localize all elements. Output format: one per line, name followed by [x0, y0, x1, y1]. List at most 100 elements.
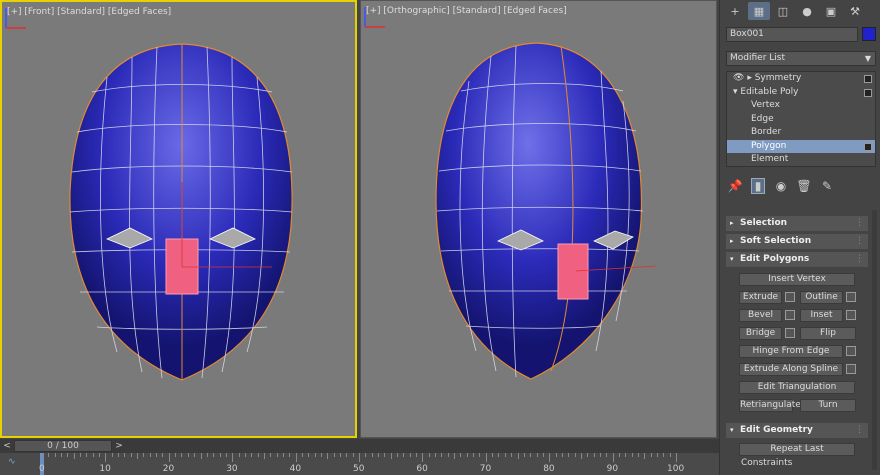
drag-handle-icon: ⋮: [855, 254, 864, 264]
ruler-tick: [504, 453, 506, 457]
insert-vertex-button[interactable]: Insert Vertex: [739, 273, 855, 286]
flip-button[interactable]: Flip: [800, 327, 856, 340]
stack-item-vertex[interactable]: Vertex: [727, 99, 875, 113]
extrude-along-spline-button[interactable]: Extrude Along Spline: [739, 363, 843, 376]
stack-item-polygon[interactable]: Polygon: [727, 139, 875, 153]
ruler-tick: [390, 453, 392, 459]
ruler-tick: [232, 453, 234, 462]
stack-item-edge[interactable]: Edge: [727, 113, 875, 127]
stack-item-element[interactable]: Element: [727, 153, 875, 167]
ruler-tick: [289, 453, 291, 457]
ruler-tick: [244, 453, 246, 457]
trash-icon[interactable]: 🗑: [796, 178, 811, 194]
hinge-settings-button[interactable]: [846, 346, 856, 356]
ruler-tick: [473, 453, 475, 457]
make-unique-icon[interactable]: ◉: [774, 178, 788, 194]
ruler-tick: [206, 453, 208, 457]
ruler-tick: [479, 453, 481, 457]
pin-stack-icon[interactable]: 📌: [728, 178, 743, 194]
ruler-tick: [606, 453, 608, 457]
ruler-tick-label: 40: [289, 464, 302, 474]
ruler-tick: [409, 453, 411, 457]
head-mesh-ortho[interactable]: [361, 1, 717, 438]
create-icon[interactable]: +: [724, 2, 746, 20]
rollout-edit-polygons[interactable]: ▾ Edit Polygons ⋮: [726, 252, 868, 267]
motion-icon[interactable]: ●: [796, 2, 818, 20]
bevel-settings-button[interactable]: [785, 310, 795, 320]
stack-item-symmetry[interactable]: 👁 ▸ Symmetry: [727, 72, 875, 86]
ruler-tick: [447, 453, 449, 457]
curve-editor-icon[interactable]: ∿: [8, 457, 16, 467]
edit-triangulation-button[interactable]: Edit Triangulation: [739, 381, 855, 394]
object-name-field[interactable]: Box001: [726, 27, 858, 42]
toggle-box[interactable]: [864, 88, 872, 97]
ruler-tick-label: 80: [543, 464, 555, 474]
ruler-tick: [301, 453, 303, 457]
outline-button[interactable]: Outline: [800, 291, 843, 304]
ruler-tick: [371, 453, 373, 457]
ruler-tick: [105, 453, 107, 462]
toggle-box[interactable]: [864, 142, 872, 151]
bevel-button[interactable]: Bevel: [739, 309, 782, 322]
ruler-tick: [542, 453, 544, 457]
hierarchy-icon[interactable]: ◫: [772, 2, 794, 20]
outline-settings-button[interactable]: [846, 292, 856, 302]
ruler-tick: [86, 453, 88, 457]
rollout-edit-geometry[interactable]: ▾ Edit Geometry ⋮: [726, 423, 868, 438]
repeat-last-button[interactable]: Repeat Last: [739, 443, 855, 456]
rollout-soft-selection[interactable]: ▸ Soft Selection ⋮: [726, 234, 868, 249]
object-color-swatch[interactable]: [862, 27, 876, 41]
extrude-button[interactable]: Extrude: [739, 291, 782, 304]
expand-arrow-icon[interactable]: ▸: [747, 73, 752, 83]
head-mesh-front[interactable]: [2, 2, 357, 438]
extrude-settings-button[interactable]: [785, 292, 795, 302]
ruler-tick: [574, 453, 576, 457]
ruler-tick-label: 0: [39, 464, 45, 474]
ruler-tick: [339, 453, 341, 457]
ruler-tick: [99, 453, 101, 457]
prev-frame-button[interactable]: <: [2, 440, 12, 452]
bridge-button[interactable]: Bridge: [739, 327, 782, 340]
front-viewport[interactable]: [+] [Front] [Standard] [Edged Faces]: [0, 0, 357, 438]
bridge-settings-button[interactable]: [785, 328, 795, 338]
modifier-list-dropdown[interactable]: Modifier List ▼: [726, 51, 876, 66]
ruler-tick: [530, 453, 532, 457]
display-icon[interactable]: ▣: [820, 2, 842, 20]
hinge-from-edge-button[interactable]: Hinge From Edge: [739, 345, 843, 358]
inset-settings-button[interactable]: [846, 310, 856, 320]
turn-button[interactable]: Turn: [800, 399, 856, 412]
rollout-title: Edit Geometry: [740, 425, 813, 435]
eye-icon[interactable]: 👁: [733, 73, 744, 83]
ruler-tick: [263, 453, 265, 459]
ruler-tick: [669, 453, 671, 457]
command-panel: + ▦ ◫ ● ▣ ⚒ Box001 Modifier List ▼ 👁 ▸ S…: [719, 0, 880, 475]
modify-icon[interactable]: ▦: [748, 2, 770, 20]
inset-button[interactable]: Inset: [800, 309, 843, 322]
ruler-tick: [663, 453, 665, 457]
stack-item-editable-poly[interactable]: ▾ Editable Poly: [727, 86, 875, 100]
retriangulate-button[interactable]: Retriangulate: [739, 399, 801, 412]
ortho-viewport[interactable]: [+] [Orthographic] [Standard] [Edged Fac…: [360, 0, 717, 438]
rollout-title: Soft Selection: [740, 236, 812, 246]
next-frame-button[interactable]: >: [114, 440, 124, 452]
collapse-arrow-icon[interactable]: ▾: [733, 87, 738, 97]
extrude-along-spline-settings-button[interactable]: [846, 364, 856, 374]
ruler-tick: [517, 453, 519, 459]
rollout-selection[interactable]: ▸ Selection ⋮: [726, 216, 868, 231]
ruler-tick-label: 60: [416, 464, 428, 474]
ruler-tick: [168, 453, 170, 462]
time-slider[interactable]: 0 / 100: [14, 440, 112, 452]
ruler-tick: [599, 453, 601, 457]
configure-sets-icon[interactable]: ✎: [820, 178, 834, 194]
drag-handle-icon: ⋮: [855, 236, 864, 246]
ruler-tick: [365, 453, 367, 457]
panel-scrollbar[interactable]: [872, 210, 877, 470]
ruler-tick: [650, 453, 652, 457]
modifier-list-label: Modifier List: [730, 53, 785, 63]
show-end-result-icon[interactable]: ▮: [751, 178, 765, 194]
utilities-icon[interactable]: ⚒: [844, 2, 866, 20]
toggle-box[interactable]: [864, 75, 872, 83]
track-bar[interactable]: ∿ 0 10 20 30 40 50 60 70 80 90 100: [0, 453, 719, 475]
ruler-tick: [549, 453, 551, 462]
stack-item-border[interactable]: Border: [727, 126, 875, 140]
